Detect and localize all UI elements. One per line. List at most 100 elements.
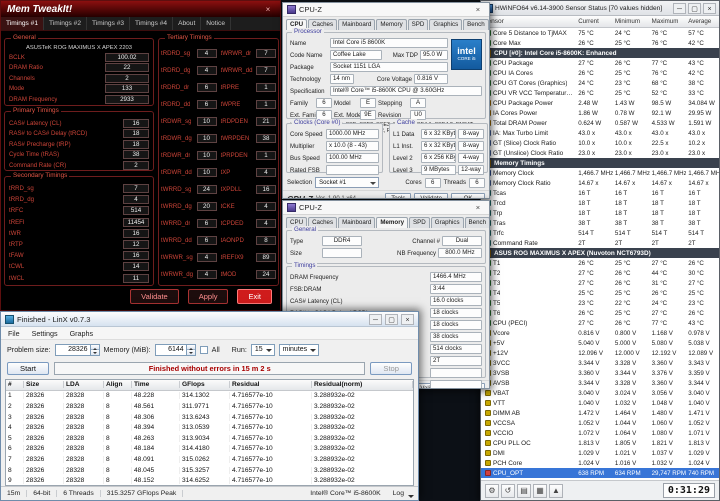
tab-notice[interactable]: Notice	[201, 17, 231, 30]
sensor-row[interactable]: T3 27 °C 26 °C 31 °C 27 °C	[481, 278, 719, 288]
sensor-row[interactable]: Trcd 18 T 18 T 18 T 18 T	[481, 198, 719, 208]
sensor-row[interactable]: Core Max 26 °C 25 °C 76 °C 42 °C	[481, 38, 719, 48]
column-header-maximum[interactable]: Maximum	[650, 18, 687, 25]
tab-mainboard[interactable]: Mainboard	[338, 19, 376, 30]
sensor-row[interactable]: Command Rate 2T 2T 2T 2T	[481, 238, 719, 248]
sensor-row[interactable]: Tras 38 T 38 T 38 T 38 T	[481, 218, 719, 228]
memtweakit-titlebar[interactable]: Mem TweakIt! ×	[1, 1, 280, 17]
tab-spd[interactable]: SPD	[407, 19, 429, 30]
tools-button[interactable]: Tools	[385, 193, 412, 198]
spin-down-icon[interactable]	[90, 350, 99, 355]
sensor-row[interactable]: CPU_OPT 638 RPM 634 RPM 29,747 RPM 740 RPM	[481, 468, 719, 478]
sensor-row[interactable]: GT (Unslice) Clock Ratio 23.0 x 23.0 x 23.0…	[481, 148, 719, 158]
socket-selector[interactable]: Socket #1	[315, 177, 380, 188]
run-unit-dropdown[interactable]: minutes	[278, 343, 320, 356]
hwinfo-titlebar[interactable]: HWiNFO64 v6.14-3900 Sensor Status [70 va…	[481, 1, 719, 16]
column-header-average[interactable]: Average	[686, 18, 719, 25]
sensor-row[interactable]: Total DRAM Power 0.624 W 0.587 W 4.533 W 1.5…	[481, 118, 719, 128]
report-icon-button[interactable]: ▦	[533, 483, 547, 498]
column-header-current[interactable]: Current	[576, 18, 613, 25]
close-icon[interactable]: ×	[262, 5, 274, 14]
memory-value[interactable]: 6144	[154, 343, 187, 356]
spinner-arrows[interactable]	[186, 343, 196, 356]
sensor-row[interactable]: CPU GT Cores (Graphics) 24 °C 23 °C 68 °C 38…	[481, 78, 719, 88]
tab-mainboard[interactable]: Mainboard	[338, 217, 376, 228]
sensor-row[interactable]: Memory Clock 1,466.7 MHz 1,466.7 MHz 1,466.…	[481, 168, 719, 178]
log-dropdown[interactable]: Log	[387, 490, 418, 498]
sensor-row[interactable]: T6 26 °C 25 °C 27 °C 26 °C	[481, 308, 719, 318]
sensor-row[interactable]: VCCIO 1.072 V 1.064 V 1.080 V 1.071 V	[481, 428, 719, 438]
start-button[interactable]: Start	[7, 362, 50, 375]
cpuz-titlebar[interactable]: CPU-Z ×	[283, 201, 489, 215]
sensor-row[interactable]: IA Cores Power 1.86 W 0.78 W 92.1 W 29.95 W	[481, 108, 719, 118]
problem-size-value[interactable]: 28326	[54, 343, 91, 356]
sensor-row[interactable]: 3VCC 3.344 V 3.328 V 3.360 V 3.343 V	[481, 358, 719, 368]
exit-button[interactable]: Exit	[237, 289, 272, 304]
tab-memory[interactable]: Memory	[376, 217, 409, 228]
sensor-row[interactable]: VTT 1.040 V 1.032 V 1.048 V 1.040 V	[481, 398, 719, 408]
maximize-icon[interactable]: ▢	[688, 2, 701, 14]
tab-bench[interactable]: Bench	[464, 217, 489, 228]
close-icon[interactable]: ×	[471, 5, 485, 14]
cpuz-titlebar[interactable]: CPU-Z ×	[283, 3, 489, 17]
sensor-row[interactable]: AVSB 3.344 V 3.328 V 3.360 V 3.344 V	[481, 378, 719, 388]
close-icon[interactable]: ×	[703, 2, 716, 14]
problem-size-stepper[interactable]: 28326	[54, 343, 100, 356]
close-icon[interactable]: ×	[401, 313, 414, 325]
all-memory-checkbox[interactable]	[199, 345, 208, 354]
settings-icon-button[interactable]: ⚙	[485, 483, 499, 498]
tab-timings-4[interactable]: Timings #4	[130, 17, 174, 30]
ok-button[interactable]: OK	[451, 193, 485, 198]
column-header-sensor[interactable]: Sensor	[481, 18, 576, 25]
sensor-row[interactable]: CPU Package 27 °C 26 °C 77 °C 43 °C	[481, 58, 719, 68]
spinner-arrows[interactable]	[90, 343, 100, 356]
menu-settings[interactable]: Settings	[32, 329, 58, 338]
sensor-row[interactable]: T4 25 °C 25 °C 26 °C 25 °C	[481, 288, 719, 298]
tab-bench[interactable]: Bench	[463, 19, 489, 30]
sensor-row[interactable]: DMI 1.029 V 1.021 V 1.037 V 1.029 V	[481, 448, 719, 458]
linx-titlebar[interactable]: Finished - LinX v0.7.3 ─ ▢ ×	[1, 312, 418, 327]
sensor-row[interactable]: T5 23 °C 22 °C 24 °C 23 °C	[481, 298, 719, 308]
memory-stepper[interactable]: 6144	[154, 343, 196, 356]
sensor-row[interactable]: Tcas 16 T 16 T 16 T 16 T	[481, 188, 719, 198]
sensor-row[interactable]: T2 27 °C 26 °C 44 °C 30 °C	[481, 268, 719, 278]
sensor-row[interactable]: Trp 18 T 18 T 18 T 18 T	[481, 208, 719, 218]
logging-icon-button[interactable]: ▤	[517, 483, 531, 498]
validate-button[interactable]: Validate	[130, 289, 179, 304]
sensor-row[interactable]: CPU PLL OC 1.813 V 1.805 V 1.821 V 1.813 V	[481, 438, 719, 448]
spin-down-icon[interactable]	[186, 350, 195, 355]
sensor-row[interactable]: PCH Core 1.024 V 1.016 V 1.032 V 1.024 V	[481, 458, 719, 468]
sensor-row[interactable]: Memory Clock Ratio 14.67 x 14.67 x 14.67 x 1…	[481, 178, 719, 188]
close-icon[interactable]: ×	[471, 203, 485, 212]
run-count-dropdown[interactable]: 15	[250, 343, 275, 356]
validate-button[interactable]: Validate	[414, 193, 448, 198]
sensor-row[interactable]: 3VSB 3.360 V 3.344 V 3.376 V 3.359 V	[481, 368, 719, 378]
apply-button[interactable]: Apply	[187, 289, 229, 304]
sensor-row[interactable]: CPU Package Power 2.48 W 1.43 W 98.5 W 34.08…	[481, 98, 719, 108]
sensor-row[interactable]: T1 26 °C 25 °C 27 °C 26 °C	[481, 258, 719, 268]
tab-timings-2[interactable]: Timings #2	[44, 17, 88, 30]
sensor-row[interactable]: CPU (PECI) 27 °C 26 °C 77 °C 43 °C	[481, 318, 719, 328]
tab-graphics[interactable]: Graphics	[429, 19, 463, 30]
tab-memory[interactable]: Memory	[376, 19, 407, 30]
sensor-row[interactable]: DIMM AB 1.472 V 1.464 V 1.480 V 1.471 V	[481, 408, 719, 418]
alert-icon-button[interactable]: ▲	[549, 483, 563, 498]
sensor-row[interactable]: VBAT 3.040 V 3.024 V 3.056 V 3.040 V	[481, 388, 719, 398]
sensor-row[interactable]: +5V 5.040 V 5.000 V 5.080 V 5.038 V	[481, 338, 719, 348]
stop-button[interactable]: Stop	[370, 362, 412, 375]
menu-graphs[interactable]: Graphs	[70, 329, 94, 338]
sensor-row[interactable]: Core 5 Distance to TjMAX 75 °C 24 °C 76 °C 5…	[481, 28, 719, 38]
sensor-row[interactable]: CPU VR VCC Temperature (SVID)26 °C 25 °C 5…	[481, 88, 719, 98]
sensor-row[interactable]: GT (Slice) Clock Ratio 10.0 x 10.0 x 22.5 x…	[481, 138, 719, 148]
reset-values-icon-button[interactable]: ↺	[501, 483, 515, 498]
menu-file[interactable]: File	[8, 329, 20, 338]
tab-spd[interactable]: SPD	[409, 217, 430, 228]
tab-about[interactable]: About	[173, 17, 202, 30]
sensor-row[interactable]: Vcore 0.816 V 0.800 V 1.168 V 0.978 V	[481, 328, 719, 338]
tab-timings-3[interactable]: Timings #3	[87, 17, 131, 30]
sensor-row[interactable]: Trfc 514 T 514 T 514 T 514 T	[481, 228, 719, 238]
maximize-icon[interactable]: ▢	[385, 313, 398, 325]
sensor-row[interactable]: VCCSA 1.052 V 1.044 V 1.060 V 1.052 V	[481, 418, 719, 428]
sensor-row[interactable]: CPU IA Cores 26 °C 25 °C 76 °C 42 °C	[481, 68, 719, 78]
sensor-row[interactable]: IA: Max Turbo Limit 43.0 x 43.0 x 43.0 x 43.…	[481, 128, 719, 138]
